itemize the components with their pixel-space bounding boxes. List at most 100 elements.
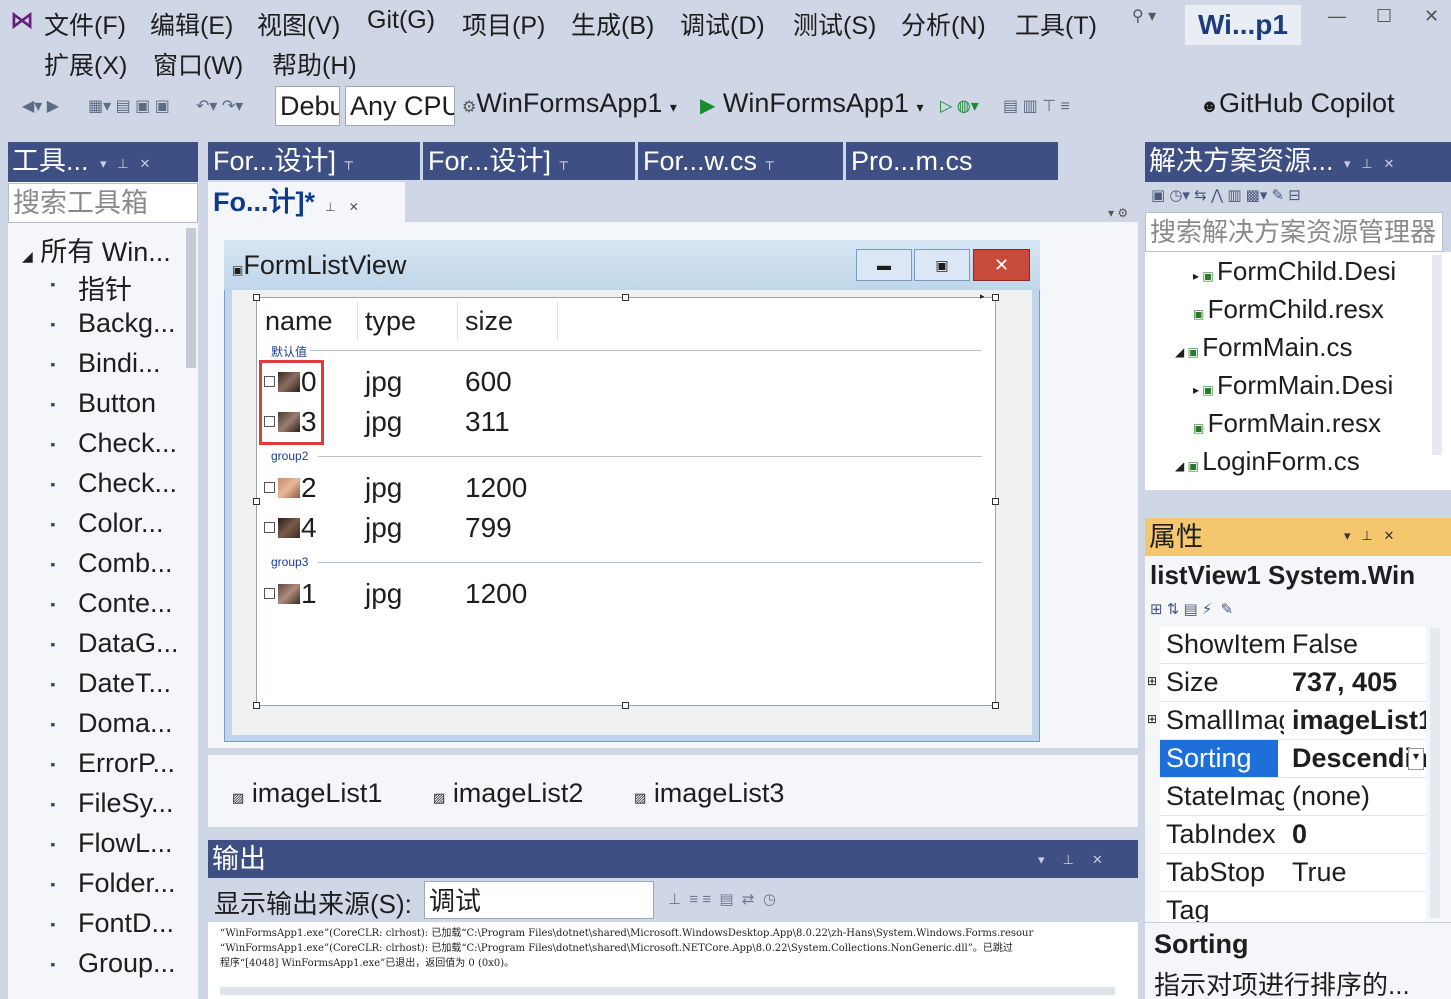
- solution-item[interactable]: ▣ FormChild.resx: [1193, 294, 1384, 325]
- solution-toolbar[interactable]: ▣ ◷▾ ⇆ ⋀ ▥ ▩▾ ✎ ⊟: [1145, 182, 1451, 212]
- tab-form-designer-1[interactable]: For...设计] ⊤: [208, 142, 420, 180]
- config-dropdown[interactable]: Debug: [275, 86, 340, 126]
- expand-icon[interactable]: ⊞: [1147, 712, 1157, 726]
- property-row[interactable]: TabStop True: [1160, 854, 1426, 892]
- menu-file[interactable]: 文件(F): [44, 6, 126, 42]
- menu-test[interactable]: 测试(S): [793, 6, 876, 42]
- solution-search[interactable]: 搜索解决方案资源管理器: [1145, 212, 1443, 252]
- resize-handle[interactable]: [992, 498, 999, 505]
- form-icon: ▣: [1187, 345, 1203, 359]
- property-row[interactable]: ⊞ SmallImageList imageList1: [1147, 702, 1426, 740]
- property-value[interactable]: 737, 405: [1292, 667, 1426, 698]
- form-minimize-button[interactable]: ▬: [856, 249, 912, 281]
- column-header-type[interactable]: type: [365, 306, 416, 337]
- group-divider: [318, 562, 982, 563]
- menu-debug[interactable]: 调试(D): [680, 6, 765, 42]
- item-checkbox[interactable]: [264, 482, 275, 493]
- property-value[interactable]: True: [1292, 857, 1426, 888]
- output-pin-icon[interactable]: ▾ ⊥ ✕: [1038, 852, 1103, 868]
- solution-pin-icon[interactable]: ▾ ⊥ ✕: [1344, 156, 1394, 172]
- menu-tools[interactable]: 工具(T): [1015, 6, 1097, 42]
- form-close-button[interactable]: ✕: [973, 249, 1030, 281]
- expand-icon[interactable]: ⊞: [1147, 674, 1157, 688]
- resize-handle[interactable]: [253, 294, 260, 301]
- undo-icon[interactable]: ↶▾ ↷▾: [196, 96, 243, 116]
- properties-scrollbar[interactable]: [1430, 628, 1440, 918]
- expander-icon[interactable]: ◢: [1175, 459, 1188, 473]
- tray-imagelist1[interactable]: ▨ imageList1: [232, 778, 382, 809]
- solution-item[interactable]: ◢ ▣ FormMain.cs: [1175, 332, 1352, 363]
- item-checkbox[interactable]: [264, 588, 275, 599]
- back-icon[interactable]: ◀▾ ▶: [22, 96, 59, 116]
- menu-window[interactable]: 窗口(W): [153, 46, 243, 82]
- property-row[interactable]: TabIndex 0: [1160, 816, 1426, 854]
- tab-form-cs[interactable]: For...w.cs ⊤: [638, 142, 843, 180]
- form-maximize-button[interactable]: ▣: [914, 249, 970, 281]
- column-header-name[interactable]: name: [265, 306, 333, 337]
- platform-dropdown[interactable]: Any CPU: [345, 86, 455, 126]
- tab-form-designer-2[interactable]: For...设计] ⊤: [423, 142, 635, 180]
- property-row[interactable]: ⊞ Size 737, 405: [1147, 664, 1426, 702]
- resize-handle[interactable]: [992, 294, 999, 301]
- properties-toolbar[interactable]: ⊞ ⇅ ▤ ⚡ ✎: [1150, 600, 1233, 618]
- expander-icon[interactable]: ◢: [1175, 345, 1188, 359]
- solution-item[interactable]: ▸ ▣ FormChild.Desi: [1193, 256, 1396, 287]
- run-without-debug-icon[interactable]: ▷ ◍▾: [940, 96, 979, 116]
- smart-tag-icon[interactable]: ▸: [980, 291, 985, 302]
- tab-program-cs[interactable]: Pro...m.cs: [846, 142, 1058, 180]
- resize-handle[interactable]: [992, 702, 999, 709]
- maximize-icon[interactable]: ☐: [1376, 6, 1392, 27]
- output-tools-icon[interactable]: ⊥ ≡ ≡ ▤ ⇄ ◷: [668, 890, 776, 908]
- chevron-down-icon[interactable]: ▾: [1408, 748, 1424, 770]
- property-value[interactable]: imageList1: [1292, 705, 1426, 736]
- menu-analyze[interactable]: 分析(N): [901, 6, 986, 42]
- misc-tools-icon[interactable]: ▤ ▥ ⊤ ≡: [1003, 96, 1070, 116]
- menu-view[interactable]: 视图(V): [257, 6, 340, 42]
- resize-handle[interactable]: [622, 702, 629, 709]
- visual-studio-logo-icon[interactable]: ⋈: [10, 6, 36, 34]
- minimize-icon[interactable]: —: [1328, 6, 1346, 27]
- resize-handle[interactable]: [253, 702, 260, 709]
- tab-overflow-icon[interactable]: ▾ ⚙: [1108, 206, 1128, 220]
- search-icon[interactable]: ⚲ ▾: [1132, 6, 1156, 26]
- menu-extensions[interactable]: 扩展(X): [44, 46, 127, 82]
- close-icon[interactable]: ✕: [1424, 6, 1439, 27]
- item-checkbox[interactable]: [264, 522, 275, 533]
- solution-item[interactable]: ▣ FormMain.resx: [1193, 408, 1381, 439]
- new-project-icon[interactable]: ▦▾ ▤ ▣ ▣: [88, 96, 170, 116]
- copilot-button[interactable]: ☻GitHub Copilot: [1200, 88, 1395, 119]
- properties-object-selector[interactable]: listView1 System.Win: [1150, 560, 1440, 591]
- toolbox-group[interactable]: ◢ 所有 Win...: [22, 230, 171, 269]
- toolbox-search[interactable]: 搜索工具箱: [8, 183, 198, 223]
- toolbox-pin-icon[interactable]: ▾ ⊥ ✕: [100, 156, 150, 172]
- property-value[interactable]: Descending: [1292, 743, 1426, 774]
- solution-item[interactable]: ▸ ▣ FormMain.Desi: [1193, 370, 1393, 401]
- property-value[interactable]: (none): [1292, 781, 1426, 812]
- output-scrollbar[interactable]: [220, 987, 1115, 995]
- property-row[interactable]: StateImageList (none): [1160, 778, 1426, 816]
- resize-handle[interactable]: [253, 498, 260, 505]
- menu-project[interactable]: 项目(P): [462, 6, 545, 42]
- menu-build[interactable]: 生成(B): [571, 6, 654, 42]
- property-value[interactable]: False: [1292, 629, 1426, 660]
- expander-icon[interactable]: ▸: [1193, 269, 1202, 283]
- output-line: 程序“[4048] WinFormsApp1.exe”已退出，返回值为 0 (0…: [220, 958, 515, 969]
- solution-scrollbar[interactable]: [1432, 255, 1442, 455]
- tray-imagelist3[interactable]: ▨ imageList3: [634, 778, 784, 809]
- tab-active-designer[interactable]: Fo...计]* ⊥ ✕: [208, 182, 405, 222]
- startup-project[interactable]: ⚙WinFormsApp1 ▾: [462, 88, 677, 119]
- tray-imagelist2[interactable]: ▨ imageList2: [433, 778, 583, 809]
- column-header-size[interactable]: size: [465, 306, 513, 337]
- properties-pin-icon[interactable]: ▾ ⊥ ✕: [1344, 528, 1394, 544]
- menu-edit[interactable]: 编辑(E): [150, 6, 233, 42]
- property-value[interactable]: 0: [1292, 819, 1426, 850]
- output-source-dropdown[interactable]: 调试: [424, 881, 654, 919]
- property-row[interactable]: Sorting Descending▾: [1160, 740, 1426, 778]
- solution-item[interactable]: ◢ ▣ LoginForm.cs: [1175, 446, 1360, 477]
- property-row[interactable]: ShowItem False: [1160, 626, 1426, 664]
- expander-icon[interactable]: ▸: [1193, 383, 1202, 397]
- menu-git[interactable]: Git(G): [367, 6, 435, 35]
- run-button[interactable]: ▶ WinFormsApp1 ▾: [700, 88, 924, 119]
- menu-help[interactable]: 帮助(H): [272, 46, 357, 82]
- resize-handle[interactable]: [622, 294, 629, 301]
